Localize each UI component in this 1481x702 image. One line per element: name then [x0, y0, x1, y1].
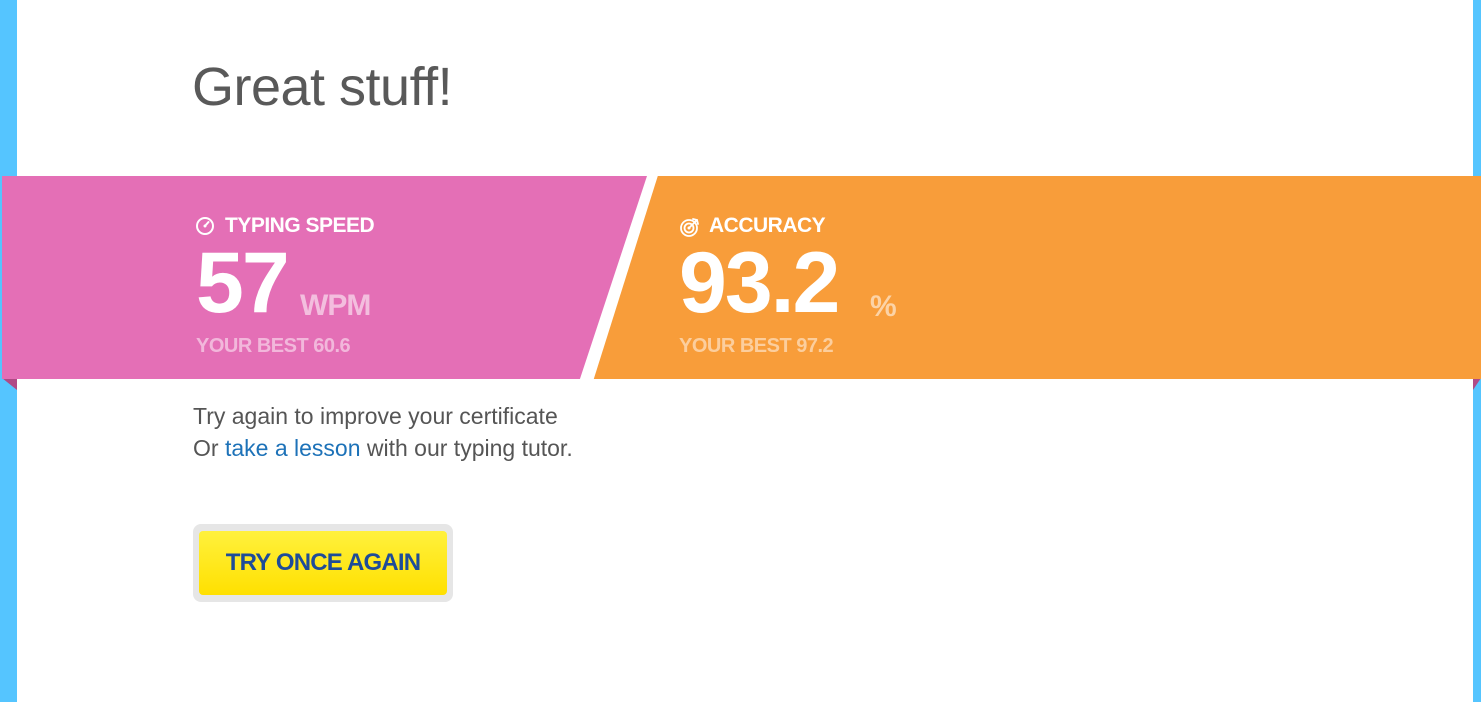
message-line-2: Or take a lesson with our typing tutor.: [193, 432, 573, 464]
message-line-2-prefix: Or: [193, 435, 225, 461]
accuracy-unit: %: [870, 290, 897, 323]
ribbon-fold-right: [1473, 378, 1481, 390]
try-once-again-button[interactable]: TRY ONCE AGAIN: [199, 531, 447, 595]
try-again-button-frame: TRY ONCE AGAIN: [193, 524, 453, 602]
page-title: Great stuff!: [192, 57, 453, 117]
stats-ribbon: TYPING SPEED 57 WPM YOUR BEST 60.6 ACCUR…: [2, 176, 1481, 379]
typing-speed-best: YOUR BEST 60.6: [196, 335, 351, 357]
result-message: Try again to improve your certificate Or…: [193, 400, 573, 464]
accuracy-value: 93.2: [679, 235, 840, 331]
speedometer-icon: [195, 216, 215, 236]
typing-speed-value: 57: [196, 235, 290, 331]
accuracy-best: YOUR BEST 97.2: [679, 335, 834, 357]
take-a-lesson-link[interactable]: take a lesson: [225, 435, 361, 461]
typing-speed-unit: WPM: [300, 289, 371, 322]
message-line-1: Try again to improve your certificate: [193, 403, 558, 429]
target-icon: [679, 216, 699, 237]
ribbon-fold-left: [2, 378, 17, 390]
message-line-2-suffix: with our typing tutor.: [360, 435, 573, 461]
